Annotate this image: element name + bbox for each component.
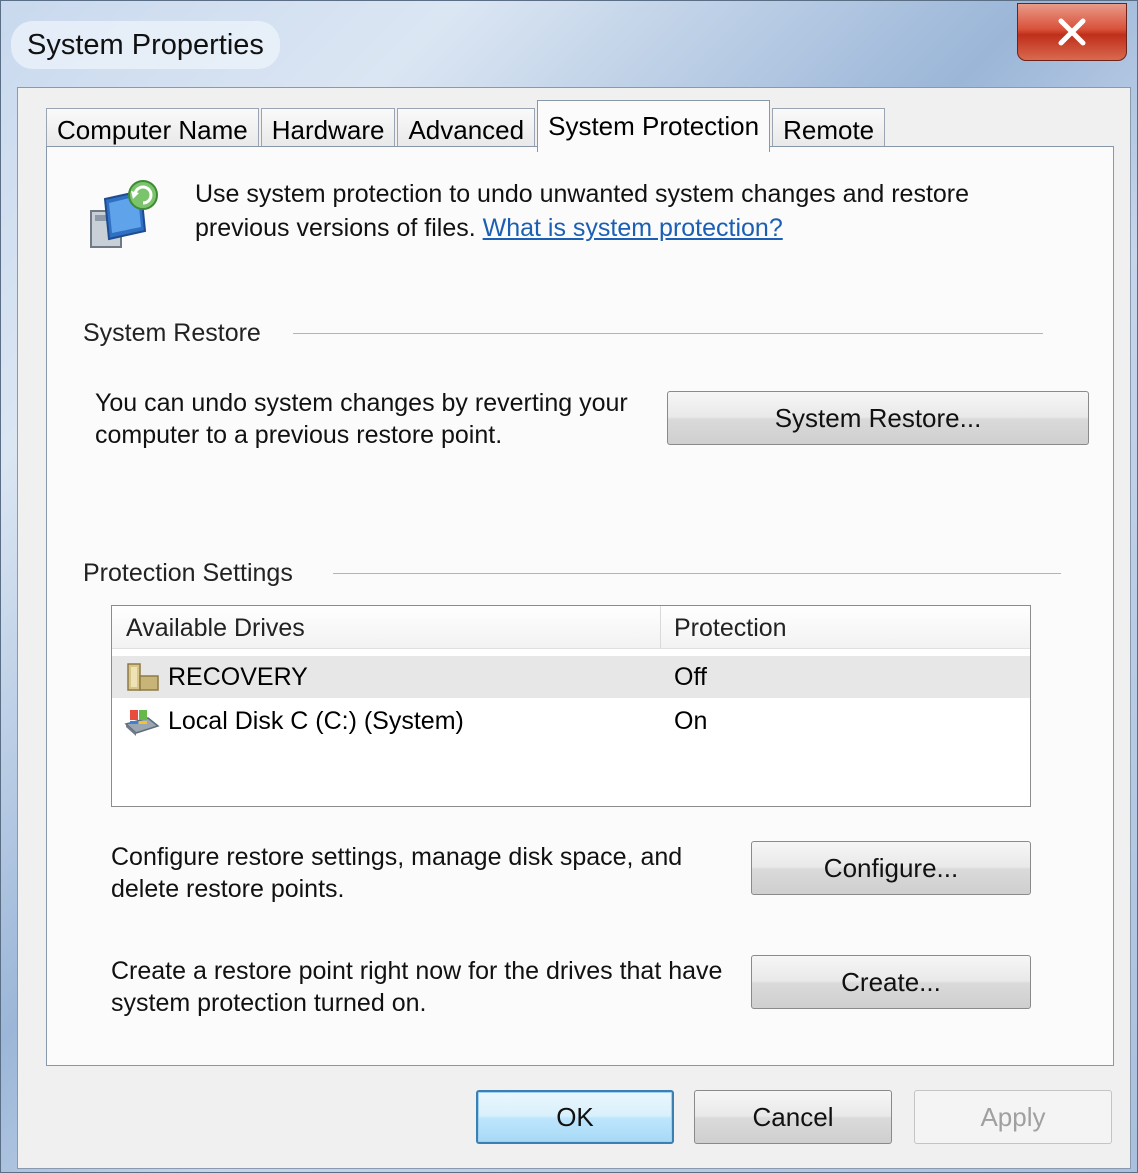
system-drive-icon [124, 710, 160, 736]
title-bar[interactable]: System Properties [1, 1, 1138, 81]
system-restore-divider [293, 333, 1043, 334]
drives-list-header: Available Drives Protection [112, 606, 1030, 649]
create-description: Create a restore point right now for the… [111, 957, 723, 1017]
available-drives-list[interactable]: Available Drives Protection RECOVERY Off [111, 605, 1031, 807]
drive-row-recovery[interactable]: RECOVERY Off [112, 656, 1030, 698]
drive-name: RECOVERY [168, 663, 308, 691]
cancel-button[interactable]: Cancel [694, 1090, 892, 1144]
protection-settings-divider [333, 573, 1061, 574]
column-separator[interactable] [660, 606, 661, 648]
drive-protection-status: Off [674, 663, 707, 691]
configure-description: Configure restore settings, manage disk … [111, 843, 683, 903]
close-icon [1058, 18, 1086, 46]
column-header-available-drives[interactable]: Available Drives [126, 614, 305, 643]
system-protection-panel: Use system protection to undo unwanted s… [46, 146, 1114, 1066]
dialog-client-area: Computer Name Hardware Advanced System P… [17, 87, 1131, 1169]
drive-protection-status: On [674, 707, 708, 735]
tab-strip: Computer Name Hardware Advanced System P… [46, 100, 887, 152]
ok-button[interactable]: OK [476, 1090, 674, 1144]
system-restore-button[interactable]: System Restore... [667, 391, 1089, 445]
system-restore-group-title: System Restore [83, 319, 261, 347]
dialog-button-bar: OK Cancel Apply [18, 1068, 1128, 1166]
tab-system-protection[interactable]: System Protection [537, 100, 771, 152]
folder-drive-icon [127, 663, 159, 691]
column-header-protection[interactable]: Protection [674, 614, 787, 643]
drive-name: Local Disk C (C:) (System) [168, 707, 464, 735]
apply-button: Apply [914, 1090, 1112, 1144]
configure-button[interactable]: Configure... [751, 841, 1031, 895]
drive-row-local-disk-c[interactable]: Local Disk C (C:) (System) On [112, 700, 1030, 742]
system-protection-icon [90, 180, 158, 248]
create-button[interactable]: Create... [751, 955, 1031, 1009]
system-properties-window: System Properties Computer Name Hardware… [0, 0, 1138, 1173]
system-restore-description: You can undo system changes by reverting… [95, 389, 628, 449]
close-button[interactable] [1017, 3, 1127, 61]
window-title: System Properties [11, 21, 280, 69]
what-is-system-protection-link[interactable]: What is system protection? [483, 214, 783, 242]
protection-settings-group-title: Protection Settings [83, 559, 293, 587]
intro-text: Use system protection to undo unwanted s… [195, 177, 975, 245]
